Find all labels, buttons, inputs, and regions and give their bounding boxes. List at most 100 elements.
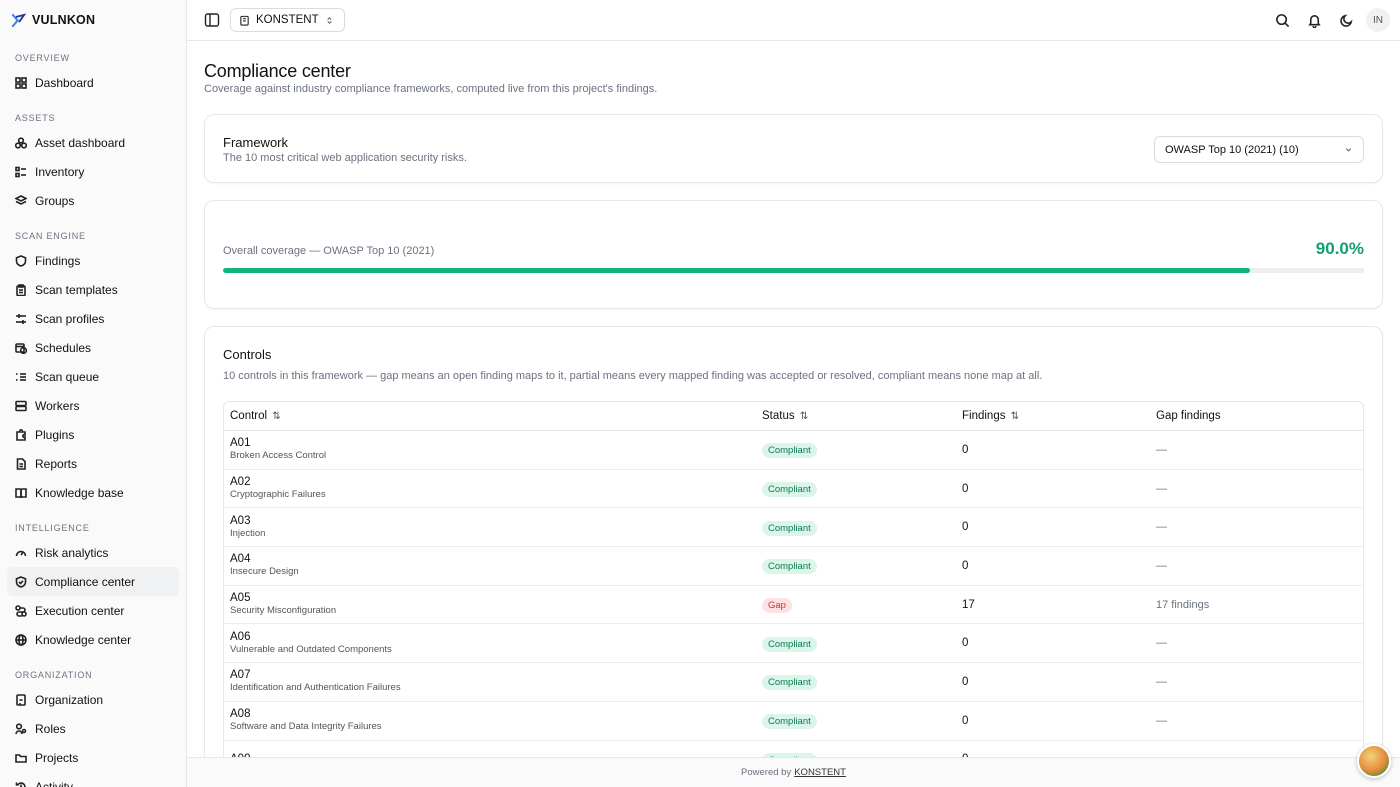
framework-card: Framework The 10 most critical web appli… bbox=[204, 114, 1383, 183]
cell-gap-findings: — bbox=[1156, 675, 1167, 688]
table-row[interactable]: A08 Software and Data Integrity Failures… bbox=[224, 702, 1363, 741]
cell-status: Gap bbox=[756, 596, 956, 614]
building-icon bbox=[240, 15, 249, 26]
control-id: A06 bbox=[230, 630, 251, 643]
sort-icon: ⇅ bbox=[799, 411, 809, 422]
sidebar-item-label: Groups bbox=[35, 193, 75, 208]
assistant-avatar-button[interactable] bbox=[1357, 744, 1391, 778]
framework-select[interactable]: OWASP Top 10 (2021) (10) bbox=[1154, 136, 1364, 163]
avatar[interactable]: IN bbox=[1366, 8, 1390, 32]
cell-control: A05 Security Misconfiguration bbox=[224, 592, 756, 617]
cell-findings: 17 bbox=[962, 598, 975, 611]
sidebar-item-schedules[interactable]: Schedules bbox=[7, 333, 179, 362]
column-status[interactable]: Status ⇅ bbox=[756, 410, 956, 422]
sidebar-item-groups[interactable]: Groups bbox=[7, 186, 179, 215]
table-row[interactable]: A06 Vulnerable and Outdated Components C… bbox=[224, 624, 1363, 664]
cell-findings: 0 bbox=[962, 559, 969, 572]
sidebar-item-organization[interactable]: Organization bbox=[7, 685, 179, 714]
control-name: Insecure Design bbox=[230, 566, 299, 578]
sidebar-item-compliance-center[interactable]: Compliance center bbox=[7, 567, 179, 596]
moon-icon[interactable] bbox=[1334, 8, 1358, 32]
search-icon[interactable] bbox=[1270, 8, 1294, 32]
shield-check-icon bbox=[15, 575, 27, 588]
cell-gap-findings: — bbox=[1156, 443, 1167, 456]
sidebar-item-dashboard[interactable]: Dashboard bbox=[7, 68, 179, 97]
cell-gap-findings[interactable]: 17 findings bbox=[1150, 599, 1363, 611]
calendar-clock-icon bbox=[15, 342, 28, 354]
sidebar-item-label: Scan templates bbox=[35, 282, 118, 297]
sort-icon: ⇅ bbox=[1010, 411, 1020, 422]
column-control[interactable]: Control ⇅ bbox=[224, 410, 756, 422]
sidebar-item-label: Reports bbox=[35, 456, 78, 471]
building-icon bbox=[15, 693, 27, 706]
list-ordered-icon bbox=[15, 371, 27, 383]
sidebar-item-scan-templates[interactable]: Scan templates bbox=[7, 275, 179, 304]
sidebar-item-label: Roles bbox=[35, 721, 66, 736]
control-name: Injection bbox=[230, 527, 266, 539]
folder-icon bbox=[15, 752, 27, 764]
sidebar-item-activity[interactable]: Activity bbox=[7, 772, 179, 787]
status-badge: Compliant bbox=[762, 675, 817, 691]
coverage-progress-bar bbox=[223, 268, 1364, 273]
page-title: Compliance center bbox=[204, 61, 351, 81]
sidebar-item-reports[interactable]: Reports bbox=[7, 449, 179, 478]
sidebar-item-risk-analytics[interactable]: Risk analytics bbox=[7, 538, 179, 567]
project-switcher[interactable]: KONSTENT bbox=[230, 8, 345, 32]
sidebar-section-label: OVERVIEW bbox=[15, 53, 70, 63]
sidebar-item-findings[interactable]: Findings bbox=[7, 246, 179, 275]
sidebar-item-knowledge-base[interactable]: Knowledge base bbox=[7, 478, 179, 507]
sidebar-item-label: Workers bbox=[35, 398, 80, 413]
sidebar-item-label: Risk analytics bbox=[35, 545, 109, 560]
sliders-icon bbox=[15, 313, 27, 325]
sidebar-nav: OVERVIEW Dashboard ASSETS Asset dashboard In… bbox=[0, 51, 186, 787]
sidebar-item-scan-profiles[interactable]: Scan profiles bbox=[7, 304, 179, 333]
sidebar-item-knowledge-center[interactable]: Knowledge center bbox=[7, 625, 179, 654]
table-row[interactable]: A07 Identification and Authentication Fa… bbox=[224, 663, 1363, 702]
table-row[interactable]: A09 Compliant 0 — bbox=[224, 741, 1363, 757]
cell-control: A06 Vulnerable and Outdated Components bbox=[224, 631, 756, 656]
cell-control: A08 Software and Data Integrity Failures bbox=[224, 708, 756, 733]
layers-icon bbox=[14, 194, 28, 207]
sidebar-item-projects[interactable]: Projects bbox=[7, 743, 179, 772]
footer-link[interactable]: KONSTENT bbox=[794, 767, 846, 778]
status-badge: Compliant bbox=[762, 636, 817, 652]
table-row[interactable]: A04 Insecure Design Compliant 0 — bbox=[224, 547, 1363, 586]
workflow-icon bbox=[15, 604, 27, 617]
framework-title: Framework bbox=[223, 135, 289, 150]
sidebar-toggle-icon[interactable] bbox=[204, 12, 220, 28]
table-row[interactable]: A03 Injection Compliant 0 — bbox=[224, 508, 1363, 548]
cell-control: A02 Cryptographic Failures bbox=[224, 476, 756, 501]
brand[interactable]: VULNKON bbox=[0, 0, 186, 40]
chevrons-up-down-icon bbox=[326, 16, 332, 24]
table-row[interactable]: A05 Security Misconfiguration Gap 17 17 … bbox=[224, 586, 1363, 625]
sidebar-item-inventory[interactable]: Inventory bbox=[7, 157, 179, 186]
sidebar-item-label: Findings bbox=[35, 253, 81, 268]
sidebar-item-label: Plugins bbox=[35, 427, 75, 442]
table-row[interactable]: A01 Broken Access Control Compliant 0 — bbox=[224, 431, 1363, 470]
control-id: A07 bbox=[230, 669, 251, 682]
table-body: A01 Broken Access Control Compliant 0 — … bbox=[224, 431, 1363, 757]
cell-control: A04 Insecure Design bbox=[224, 553, 756, 578]
topbar: KONSTENT IN bbox=[187, 0, 1400, 41]
sidebar-item-execution-center[interactable]: Execution center bbox=[7, 596, 179, 625]
control-id: A08 bbox=[230, 708, 251, 721]
control-name: Broken Access Control bbox=[230, 450, 327, 462]
brand-name: VULNKON bbox=[32, 13, 96, 27]
sidebar-item-label: Organization bbox=[35, 692, 104, 707]
book-icon bbox=[15, 487, 27, 499]
bell-icon[interactable] bbox=[1302, 8, 1326, 32]
sidebar-item-roles[interactable]: Roles bbox=[7, 714, 179, 743]
column-findings[interactable]: Findings ⇅ bbox=[956, 410, 1150, 422]
main-content: Compliance center Coverage against indus… bbox=[187, 41, 1400, 757]
sidebar-item-plugins[interactable]: Plugins bbox=[7, 420, 179, 449]
column-findings-label: Findings bbox=[962, 410, 1006, 422]
sidebar-item-label: Execution center bbox=[35, 603, 125, 618]
sidebar-item-scan-queue[interactable]: Scan queue bbox=[7, 362, 179, 391]
sidebar-item-label: Compliance center bbox=[35, 574, 136, 589]
gauge-icon bbox=[15, 547, 27, 559]
controls-title: Controls bbox=[223, 347, 272, 362]
sidebar-item-workers[interactable]: Workers bbox=[7, 391, 179, 420]
sidebar-item-asset-dashboard[interactable]: Asset dashboard bbox=[7, 128, 179, 157]
table-row[interactable]: A02 Cryptographic Failures Compliant 0 — bbox=[224, 470, 1363, 509]
cell-status: Compliant bbox=[756, 673, 956, 691]
